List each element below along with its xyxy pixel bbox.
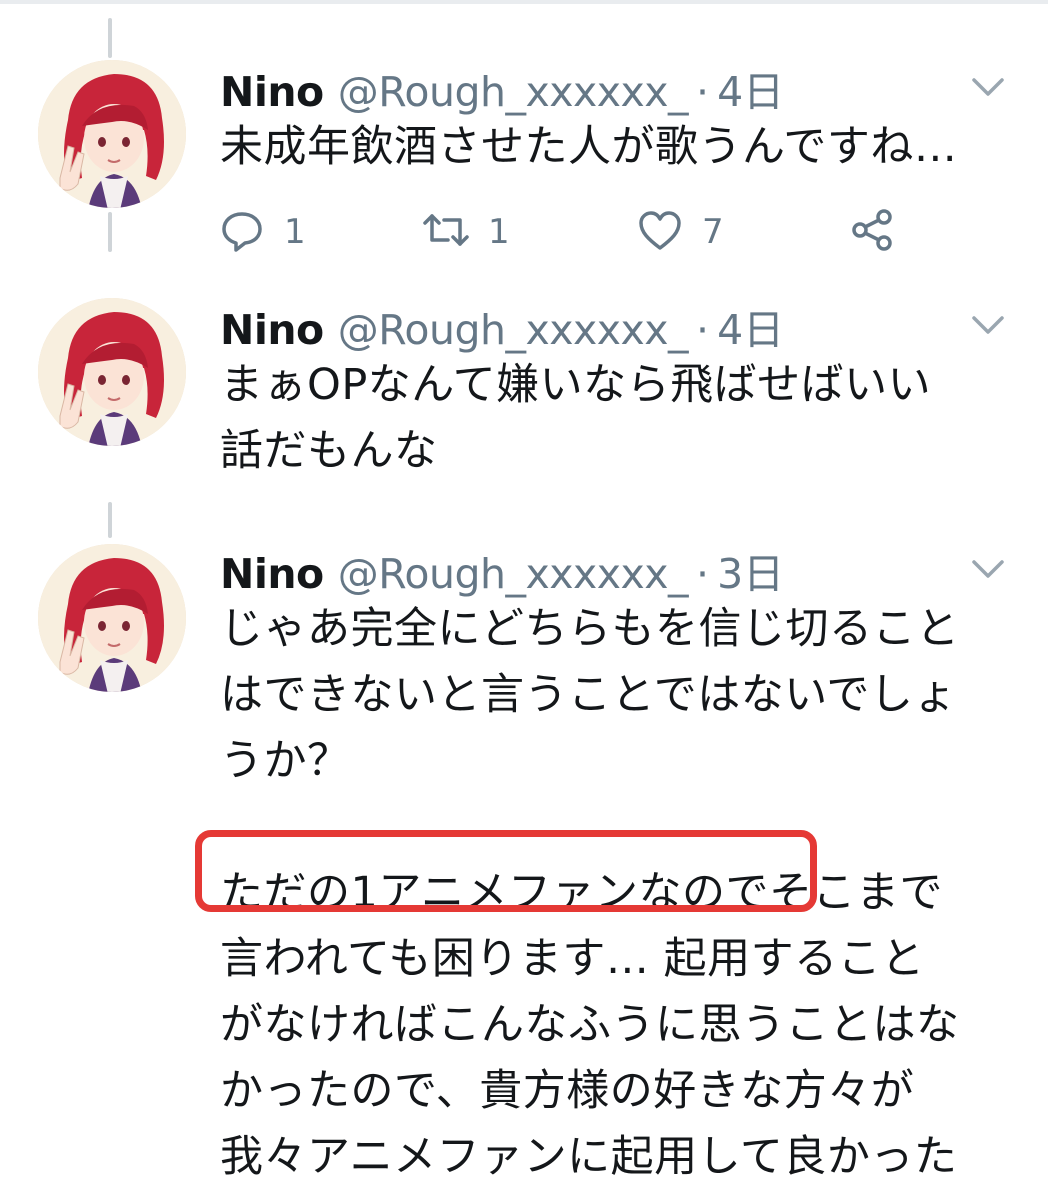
like-count: 7	[702, 212, 724, 252]
user-handle[interactable]: @Rough_xxxxxx_	[338, 550, 689, 598]
top-divider	[0, 0, 1048, 4]
tweet-actions: 1 1 7	[218, 206, 1018, 258]
avatar[interactable]	[38, 544, 186, 692]
share-button[interactable]	[848, 206, 896, 258]
timestamp[interactable]: 4日	[717, 58, 784, 118]
thread-line-top	[108, 502, 112, 538]
reply-icon	[218, 206, 266, 258]
chevron-down-icon[interactable]	[968, 310, 1008, 340]
like-button[interactable]: 7	[636, 206, 724, 258]
separator: ·	[696, 68, 710, 116]
display-name[interactable]: Nino	[220, 306, 324, 354]
display-name[interactable]: Nino	[220, 550, 324, 598]
share-icon	[848, 206, 896, 258]
retweet-button[interactable]: 1	[422, 206, 510, 258]
reply-button[interactable]: 1	[218, 206, 306, 258]
chevron-down-icon[interactable]	[968, 72, 1008, 102]
tweet-header: Nino @Rough_xxxxxx_ · 4日	[220, 296, 784, 354]
timestamp[interactable]: 4日	[717, 296, 784, 356]
user-handle[interactable]: @Rough_xxxxxx_	[338, 306, 689, 354]
reply-count: 1	[284, 212, 306, 252]
display-name[interactable]: Nino	[220, 68, 324, 116]
tweet-header: Nino @Rough_xxxxxx_ · 4日	[220, 58, 784, 116]
tweet-text: 未成年飲酒させた人が歌うんですね…	[220, 122, 958, 172]
separator: ·	[696, 306, 710, 354]
thread-line-top	[108, 18, 112, 58]
highlight-annotation	[195, 830, 817, 912]
user-handle[interactable]: @Rough_xxxxxx_	[338, 68, 689, 116]
retweet-icon	[422, 206, 470, 258]
timestamp[interactable]: 3日	[717, 540, 784, 600]
like-icon	[636, 206, 684, 258]
thread-line-bottom	[108, 212, 112, 252]
avatar[interactable]	[38, 298, 186, 446]
chevron-down-icon[interactable]	[968, 554, 1008, 584]
tweet-header: Nino @Rough_xxxxxx_ · 3日	[220, 540, 784, 598]
separator: ·	[696, 550, 710, 598]
tweet-text: まぁOPなんて嫌いなら飛ばせばいい 話だもんな	[220, 360, 932, 476]
retweet-count: 1	[488, 212, 510, 252]
avatar[interactable]	[38, 60, 186, 208]
